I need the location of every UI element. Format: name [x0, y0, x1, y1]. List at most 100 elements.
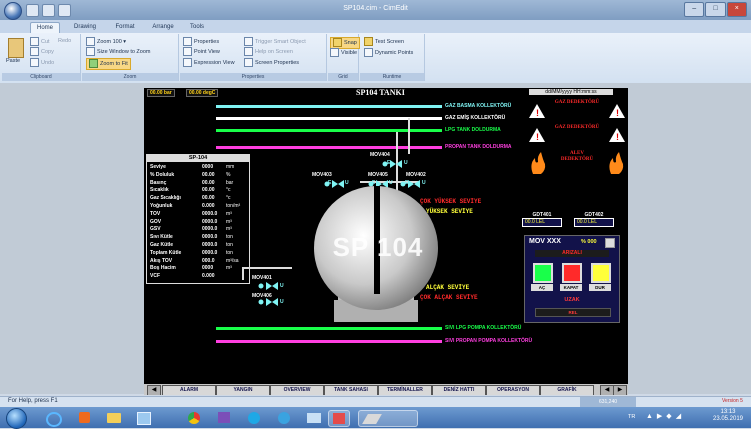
- paste-icon[interactable]: [8, 38, 24, 58]
- paste-button[interactable]: Paste: [6, 57, 20, 66]
- visual-studio-icon[interactable]: [214, 410, 234, 425]
- monitor-app-icon[interactable]: [304, 410, 324, 425]
- redo-button[interactable]: Redo: [58, 37, 71, 46]
- ribbon-tabs: Home Drawing Format Arrange Tools: [0, 20, 751, 34]
- undo-button[interactable]: Undo: [30, 58, 54, 68]
- expression-icon: [183, 58, 192, 67]
- gaz-dedektoru-1-label: GAZ DEDEKTÖRÜ: [554, 100, 600, 105]
- nav-button[interactable]: DENİZ HATTI: [432, 385, 486, 395]
- nav-button[interactable]: TANK SAHASI: [324, 385, 378, 395]
- help-on-screen-button[interactable]: Help on Screen: [244, 47, 293, 57]
- cut-button[interactable]: Cut: [30, 37, 50, 47]
- screen-properties-button[interactable]: Screen Properties: [244, 58, 299, 68]
- point-view-icon: [183, 47, 192, 56]
- info-row-name: Boş Hacim: [150, 265, 176, 272]
- internet-explorer-icon[interactable]: [44, 410, 64, 427]
- point-view-button[interactable]: Point View: [183, 47, 220, 57]
- test-screen-button[interactable]: Test Screen: [364, 37, 404, 47]
- info-row-unit: °c: [226, 187, 231, 194]
- tray-icons[interactable]: ▲▶◆◢: [646, 412, 685, 420]
- close-button[interactable]: ×: [726, 2, 747, 17]
- properties-group-label: Properties: [180, 73, 326, 81]
- zoom-to-fit-button[interactable]: Zoom to Fit: [86, 58, 131, 70]
- nav-button[interactable]: ALARM: [162, 385, 216, 395]
- copy-button[interactable]: Copy: [30, 47, 54, 57]
- screen-title: SP104 TANKI: [356, 88, 405, 97]
- window-controls: – □ ×: [683, 2, 747, 17]
- open-indicator[interactable]: [533, 263, 553, 283]
- grid-group: Snap Visible Grid: [328, 34, 360, 81]
- pipe-horizontal-2: [242, 267, 292, 269]
- pressure-readout: 00.00 bar: [147, 89, 175, 97]
- properties-button[interactable]: Properties: [183, 37, 219, 47]
- tab-tools[interactable]: Tools: [186, 22, 208, 33]
- close-indicator[interactable]: [562, 263, 582, 283]
- scada-app-icon[interactable]: [328, 410, 350, 427]
- runtime-group: Test Screen Dynamic Points Runtime: [360, 34, 425, 81]
- hmi-screen[interactable]: 00.00 bar 00.00 degC SP104 TANKI dd/MM/y…: [144, 88, 628, 395]
- start-button[interactable]: [6, 408, 27, 429]
- nav-next-icon[interactable]: ▶: [613, 385, 627, 395]
- alev-dedektoru-label: ALEV DEDEKTÖRÜ: [560, 151, 594, 162]
- nav-button[interactable]: OVERVIEW: [270, 385, 324, 395]
- info-row-unit: m³: [226, 218, 232, 225]
- zoom-group-label: Zoom: [82, 73, 178, 81]
- skype-icon[interactable]: [244, 410, 264, 425]
- tab-drawing[interactable]: Drawing: [70, 22, 100, 33]
- valve-u-mark: U: [280, 299, 284, 305]
- info-panel-header: SP-104: [147, 155, 249, 162]
- window-title: SP104.cim - CimEdit: [343, 5, 408, 12]
- stop-indicator[interactable]: [591, 263, 611, 283]
- info-row-unit: m³: [226, 210, 232, 217]
- mov-status: ARIZALI: [535, 250, 609, 257]
- chrome-icon[interactable]: [184, 410, 204, 425]
- exclamation-icon: !: [616, 132, 619, 142]
- valve-group-bottom[interactable]: [254, 280, 294, 310]
- nav-button[interactable]: OPERASYON: [486, 385, 540, 395]
- nav-prev-page-icon[interactable]: ◀: [600, 385, 614, 395]
- info-row-unit: m³: [226, 226, 232, 233]
- open-button[interactable]: AÇ: [531, 284, 553, 291]
- nav-button[interactable]: TERMİNALLER: [378, 385, 432, 395]
- nav-button[interactable]: GRAFİK: [540, 385, 594, 395]
- dynamic-points-button[interactable]: Dynamic Points: [364, 48, 413, 58]
- clock[interactable]: 13:13 23.05.2019: [708, 409, 748, 423]
- info-row-value: 0000.0: [202, 226, 218, 233]
- tab-arrange[interactable]: Arrange: [148, 22, 178, 33]
- info-row-name: Gaz Sıcaklığı: [150, 195, 181, 202]
- gdt401-readout: 00.0 LEL: [522, 218, 562, 227]
- info-row: Gaz Sıcaklığı 00.00 °c: [150, 195, 247, 202]
- sivi-propan-line: [216, 340, 442, 343]
- cimedit-taskbar-button[interactable]: [358, 410, 418, 427]
- minimize-button[interactable]: –: [684, 2, 705, 17]
- valve-icon: [258, 282, 278, 290]
- exclamation-icon: !: [536, 132, 539, 142]
- info-row-value: 00.00: [202, 187, 215, 194]
- valve-u-mark: U: [404, 160, 408, 166]
- snap-icon: [333, 38, 342, 47]
- info-row: Basınç 00.00 bar: [150, 180, 247, 187]
- nav-prev-icon[interactable]: ◀: [147, 385, 161, 395]
- test-icon: [364, 37, 373, 46]
- network-app-icon[interactable]: [274, 410, 294, 425]
- ribbon: Paste Cut Redo Copy Undo Clipboard Zoom …: [0, 33, 751, 84]
- expression-view-button[interactable]: Expression View: [183, 58, 235, 68]
- size-window-button[interactable]: Size Window to Zoom: [86, 47, 151, 57]
- stop-button[interactable]: DUR: [589, 284, 611, 291]
- gaz-emis-label: GAZ EMİŞ KOLLEKTÖRÜ: [445, 115, 506, 121]
- info-row: Gaz Kütle 0000.0 ton: [150, 242, 247, 249]
- info-row-unit: °c: [226, 195, 231, 202]
- maximize-button[interactable]: □: [705, 2, 726, 17]
- trigger-smart-object-button[interactable]: Trigger Smart Object: [244, 37, 306, 47]
- grid-app-icon[interactable]: [134, 410, 154, 425]
- zoom-dropdown[interactable]: Zoom 100 ▾: [86, 37, 126, 47]
- close-valve-button[interactable]: KAPAT: [560, 284, 582, 291]
- mov-menu-icon[interactable]: [605, 238, 615, 248]
- language-indicator[interactable]: TR: [628, 414, 635, 420]
- grid-visible-button[interactable]: Visible: [330, 48, 357, 58]
- app-orange-icon[interactable]: [74, 410, 94, 425]
- tab-format[interactable]: Format: [110, 22, 140, 33]
- tank-info-panel: SP-104 Seviye 0000 mm % Doluluk 00.00% Basınç…: [146, 154, 250, 284]
- file-explorer-icon[interactable]: [104, 410, 124, 425]
- nav-button[interactable]: YANGIN: [216, 385, 270, 395]
